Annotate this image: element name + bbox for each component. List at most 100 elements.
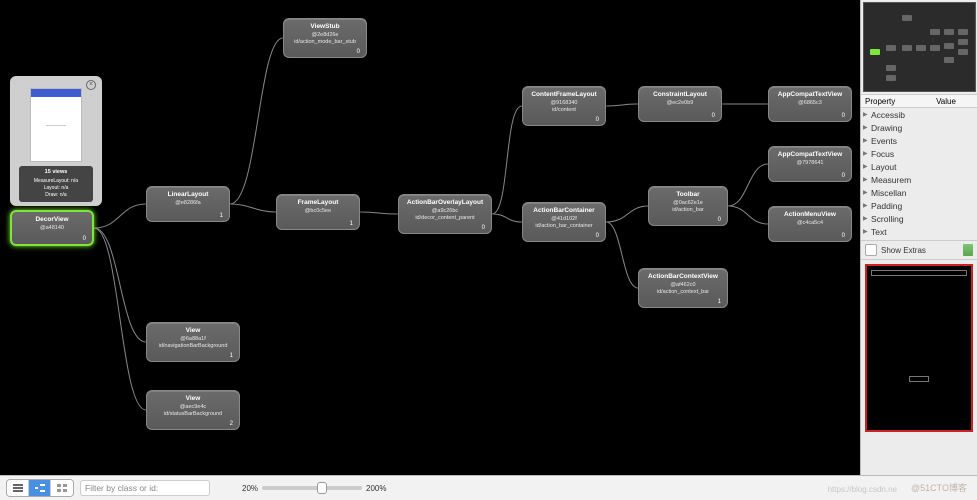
node-count: 1 (350, 221, 353, 227)
expand-icon: ▶ (863, 228, 871, 235)
node-count: 0 (596, 233, 599, 239)
node-count: 0 (357, 49, 360, 55)
prop-group-measurem[interactable]: ▶Measurem (861, 173, 977, 186)
expand-icon: ▶ (863, 111, 871, 118)
prop-group-layout[interactable]: ▶Layout (861, 160, 977, 173)
node-id: id/action_bar_container (529, 223, 599, 229)
watermark: @51CTO博客 (911, 481, 967, 494)
node-id: id/action_bar (655, 207, 721, 213)
node-apptext1[interactable]: AppCompatTextView@6865c30 (768, 86, 852, 122)
node-viewstub[interactable]: ViewStub@2e8d26eid/action_mode_bar_stub0 (283, 18, 367, 58)
prop-group-accessib[interactable]: ▶Accessib (861, 108, 977, 121)
render-stats: 15 views MeasureLayout: n/a Layout: n/a … (19, 166, 93, 202)
graph-canvas[interactable]: × 15 views MeasureLayout: n/a Layout: n/… (0, 0, 860, 475)
view-mode-group (6, 479, 74, 497)
prop-group-text[interactable]: ▶Text (861, 225, 977, 238)
node-address: @6a88a1f (153, 336, 233, 342)
node-decor[interactable]: DecorView @a48140 0 (10, 210, 94, 246)
node-overlay[interactable]: ActionBarOverlayLayout @a9c26bcid/decor_c… (398, 194, 492, 234)
node-count: 1 (220, 213, 223, 219)
node-title: ActionBarOverlayLayout (405, 199, 485, 206)
node-amenuv[interactable]: ActionMenuView@c4ca5c40 (768, 206, 852, 242)
device-preview (30, 88, 82, 162)
properties-header: Property Value (861, 94, 977, 108)
node-count: 0 (718, 217, 721, 223)
prop-group-focus[interactable]: ▶Focus (861, 147, 977, 160)
node-ctxview[interactable]: ActionBarContextView @af462c0id/action_co… (638, 268, 728, 308)
layout-preview[interactable] (865, 264, 973, 432)
node-address: @aec9e4c (153, 404, 233, 410)
node-address: @41d102f (529, 216, 599, 222)
expand-icon: ▶ (863, 163, 871, 170)
show-extras-label: Show Extras (881, 246, 959, 255)
expand-icon: ▶ (863, 137, 871, 144)
prop-group-scrolling[interactable]: ▶Scrolling (861, 212, 977, 225)
node-abcont[interactable]: ActionBarContainer @41d102fid/action_bar_… (522, 202, 606, 242)
minimap[interactable] (863, 2, 976, 92)
node-title: ActionBarContextView (645, 273, 721, 280)
col-value: Value (915, 97, 977, 106)
close-icon[interactable]: × (86, 80, 96, 90)
expand-icon: ▶ (863, 176, 871, 183)
node-title: Toolbar (655, 191, 721, 198)
node-title: ActionMenuView (775, 211, 845, 218)
node-view2[interactable]: View@aec9e4cid/statusBarBackground2 (146, 390, 240, 430)
node-count: 1 (718, 299, 721, 305)
node-address: @a9c26bc (405, 208, 485, 214)
node-title: ConstraintLayout (645, 91, 715, 98)
node-title: FrameLayout (283, 199, 353, 206)
node-count: 1 (230, 353, 233, 359)
node-title: DecorView (18, 216, 86, 223)
node-count: 0 (596, 117, 599, 123)
grid-view-button[interactable] (51, 480, 73, 496)
node-count: 0 (83, 236, 86, 242)
node-address: @6865c3 (775, 100, 845, 106)
prop-group-drawing[interactable]: ▶Drawing (861, 121, 977, 134)
col-property: Property (861, 97, 915, 106)
node-address: @0ac62e1e (655, 200, 721, 206)
show-extras-row[interactable]: Show Extras (861, 240, 977, 260)
node-linear[interactable]: LinearLayout @e8286fa 1 (146, 186, 230, 222)
node-address: @a48140 (18, 225, 86, 231)
zoom-slider[interactable] (262, 486, 362, 490)
extras-icon (963, 244, 973, 256)
expand-icon: ▶ (863, 202, 871, 209)
prop-group-events[interactable]: ▶Events (861, 134, 977, 147)
node-title: AppCompatTextView (775, 91, 845, 98)
node-view1[interactable]: View@6a88a1fid/navigationBarBackground1 (146, 322, 240, 362)
node-count: 0 (842, 233, 845, 239)
prop-group-padding[interactable]: ▶Padding (861, 199, 977, 212)
node-count: 0 (842, 173, 845, 179)
zoom-max-label: 200% (366, 484, 386, 493)
node-title: LinearLayout (153, 191, 223, 198)
node-address: @af462c0 (645, 282, 721, 288)
right-panel: Property Value ▶Accessib▶Drawing▶Events▶… (860, 0, 977, 475)
node-title: ViewStub (290, 23, 360, 30)
watermark-url: https://blog.csdn.ne (828, 485, 897, 494)
filter-input[interactable]: Filter by class or id: (80, 480, 210, 496)
node-address: @e8286fa (153, 200, 223, 206)
node-apptext2[interactable]: AppCompatTextView@79786410 (768, 146, 852, 182)
stats-title: 15 views (22, 169, 90, 177)
node-constr[interactable]: ConstraintLayout@ec2e0b90 (638, 86, 722, 122)
properties-list[interactable]: ▶Accessib▶Drawing▶Events▶Focus▶Layout▶Me… (861, 108, 977, 238)
show-extras-checkbox[interactable] (865, 244, 877, 256)
node-id: id/decor_content_parent (405, 215, 485, 221)
node-id: id/statusBarBackground (153, 411, 233, 417)
device-preview-card[interactable]: × 15 views MeasureLayout: n/a Layout: n/… (10, 76, 102, 206)
prop-group-miscellan[interactable]: ▶Miscellan (861, 186, 977, 199)
node-id: id/action_context_bar (645, 289, 721, 295)
list-view-button[interactable] (7, 480, 29, 496)
node-frame[interactable]: FrameLayout@bc0c5ee1 (276, 194, 360, 230)
expand-icon: ▶ (863, 189, 871, 196)
node-content[interactable]: ContentFrameLayout@9168340id/content0 (522, 86, 606, 126)
node-id: id/navigationBarBackground (153, 343, 233, 349)
node-title: ContentFrameLayout (529, 91, 599, 98)
node-id: id/action_mode_bar_stub (290, 39, 360, 45)
expand-icon: ▶ (863, 215, 871, 222)
tree-view-button[interactable] (29, 480, 51, 496)
node-title: ActionBarContainer (529, 207, 599, 214)
expand-icon: ▶ (863, 150, 871, 157)
zoom-min-label: 20% (242, 484, 258, 493)
node-toolbar[interactable]: Toolbar @0ac62e1eid/action_bar 0 (648, 186, 728, 226)
